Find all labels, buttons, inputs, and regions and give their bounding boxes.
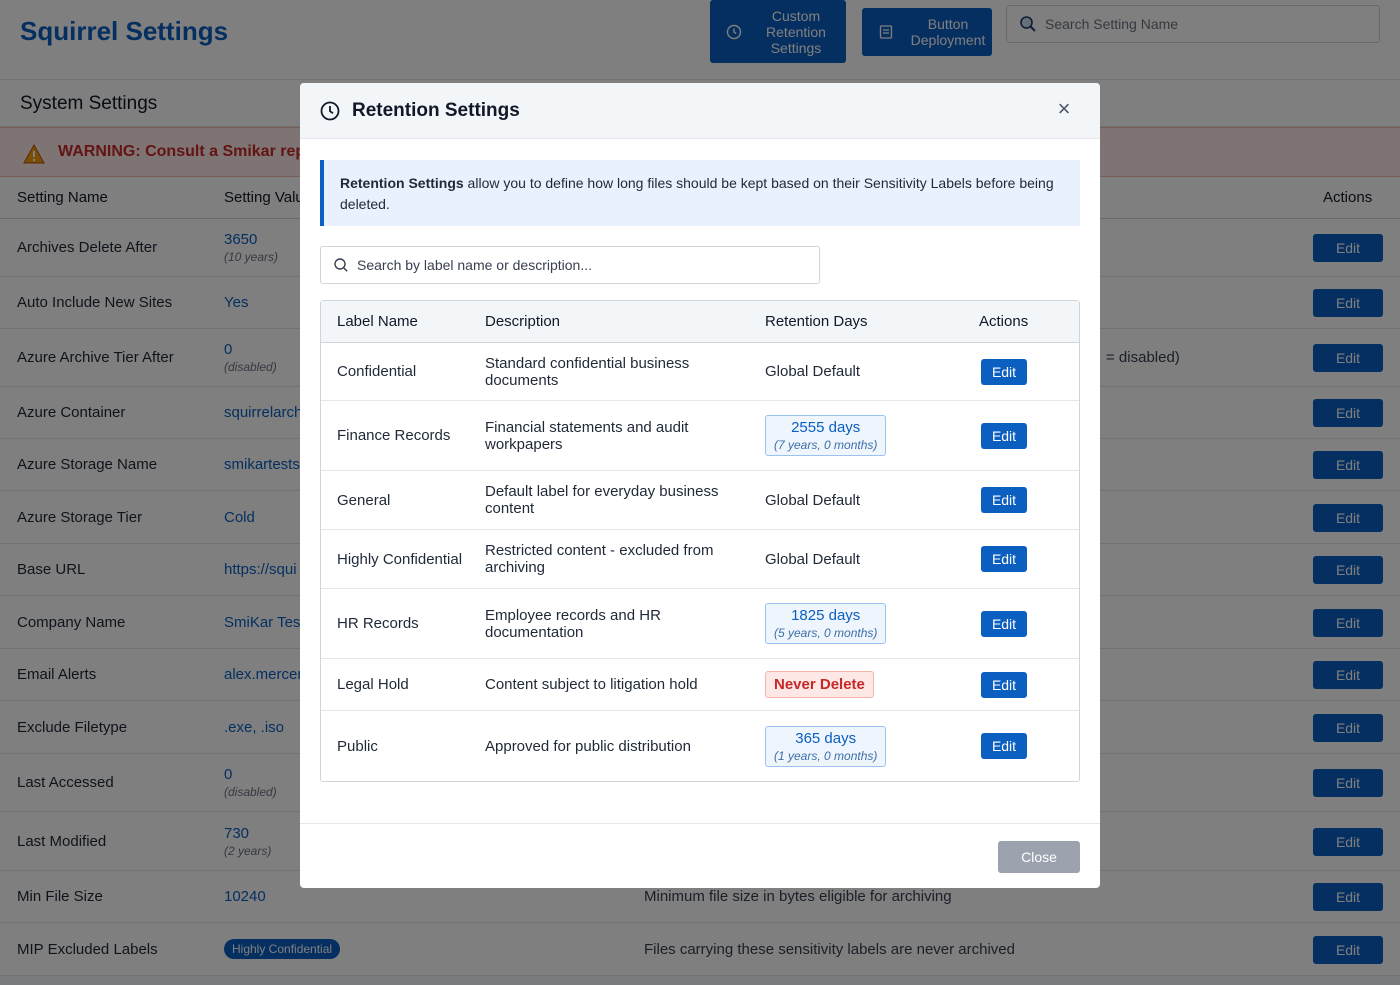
label-name: HR Records — [337, 615, 419, 632]
retention-days-cell: Global Default — [765, 471, 935, 529]
actions-cell: Edit — [981, 530, 1027, 588]
retention-days-value: Global Default — [765, 491, 861, 509]
never-delete-badge: Never Delete — [765, 671, 874, 698]
retention-days-cell: 365 days (1 years, 0 months) — [765, 711, 935, 781]
modal-footer: Close — [300, 823, 1100, 888]
label-name: Finance Records — [337, 427, 451, 444]
actions-cell: Edit — [981, 401, 1027, 470]
retention-days-value: 365 days — [795, 729, 857, 747]
retention-days-value: 2555 days — [791, 419, 861, 436]
actions-cell: Edit — [981, 471, 1027, 529]
retention-days-sub: (7 years, 0 months) — [774, 438, 878, 452]
label-search-input[interactable]: Search by label name or description... — [320, 246, 820, 284]
modal-title: Retention Settings — [352, 100, 520, 121]
label-description: Restricted content - excluded from archi… — [485, 542, 714, 576]
close-icon[interactable]: × — [1054, 98, 1074, 120]
retention-days-value: 1825 days — [791, 607, 861, 624]
header-actions: Actions — [979, 313, 1029, 330]
label-description: Content subject to litigation hold — [485, 676, 698, 693]
retention-days-cell: Global Default — [765, 530, 935, 588]
label-name: Confidential — [337, 363, 417, 380]
retention-row: Finance Records Financial statements and … — [321, 401, 1079, 471]
label-name: Public — [337, 737, 378, 755]
edit-button[interactable]: Edit — [981, 610, 1027, 637]
retention-row: Highly Confidential Restricted content - … — [321, 530, 1079, 589]
actions-cell: Edit — [981, 343, 1027, 400]
edit-button[interactable]: Edit — [981, 358, 1027, 385]
retention-days-cell: 2555 days (7 years, 0 months) — [765, 401, 935, 470]
retention-days-sub: (1 years, 0 months) — [774, 748, 878, 763]
retention-days-cell: Never Delete — [765, 659, 935, 710]
retention-days-badge: 2555 days (7 years, 0 months) — [765, 415, 887, 456]
edit-button[interactable]: Edit — [981, 671, 1027, 698]
retention-days-badge: 1825 days (5 years, 0 months) — [765, 603, 887, 644]
retention-days-cell: Global Default — [765, 343, 935, 400]
retention-days-badge: 365 days (1 years, 0 months) — [765, 725, 887, 767]
retention-days-cell: 1825 days (5 years, 0 months) — [765, 589, 935, 658]
label-description: Approved for public distribution — [485, 737, 691, 755]
edit-button[interactable]: Edit — [981, 733, 1027, 759]
header-label-name: Label Name — [337, 313, 418, 330]
retention-settings-modal: Retention Settings × Retention Settings … — [300, 83, 1100, 888]
retention-table: Label Name Description Retention Days Ac… — [320, 300, 1080, 782]
retention-days-value: Global Default — [765, 363, 861, 380]
label-description: Default label for everyday business cont… — [485, 483, 719, 517]
retention-row: Public Approved for public distribution 3… — [321, 711, 1079, 781]
label-name: General — [337, 491, 391, 509]
retention-table-header: Label Name Description Retention Days Ac… — [321, 301, 1079, 343]
label-search-placeholder: Search by label name or description... — [357, 257, 593, 273]
close-button[interactable]: Close — [998, 841, 1080, 873]
edit-button[interactable]: Edit — [981, 487, 1027, 513]
retention-row: General Default label for everyday busine… — [321, 471, 1079, 530]
retention-days-sub: (5 years, 0 months) — [774, 626, 878, 640]
label-name: Legal Hold — [337, 676, 409, 693]
header-description: Description — [485, 313, 561, 330]
info-bold: Retention Settings — [340, 175, 464, 191]
retention-row: Legal Hold Content subject to litigation … — [321, 659, 1079, 711]
search-icon — [334, 258, 348, 272]
label-description: Standard confidential business documents — [485, 354, 690, 389]
actions-cell: Edit — [981, 659, 1027, 710]
actions-cell: Edit — [981, 711, 1027, 781]
info-callout: Retention Settings allow you to define h… — [320, 160, 1080, 226]
label-description: Financial statements and audit workpaper… — [485, 418, 689, 453]
retention-row: HR Records Employee records and HR docume… — [321, 589, 1079, 659]
retention-days-value: Global Default — [765, 550, 861, 568]
modal-header: Retention Settings × — [300, 83, 1100, 139]
label-description: Employee records and HR documentation — [485, 606, 661, 641]
actions-cell: Edit — [981, 589, 1027, 658]
retention-row: Confidential Standard confidential busine… — [321, 343, 1079, 401]
edit-button[interactable]: Edit — [981, 546, 1027, 572]
edit-button[interactable]: Edit — [981, 422, 1027, 449]
clock-icon — [320, 101, 340, 121]
label-name: Highly Confidential — [337, 550, 463, 568]
header-retention-days: Retention Days — [765, 313, 868, 330]
